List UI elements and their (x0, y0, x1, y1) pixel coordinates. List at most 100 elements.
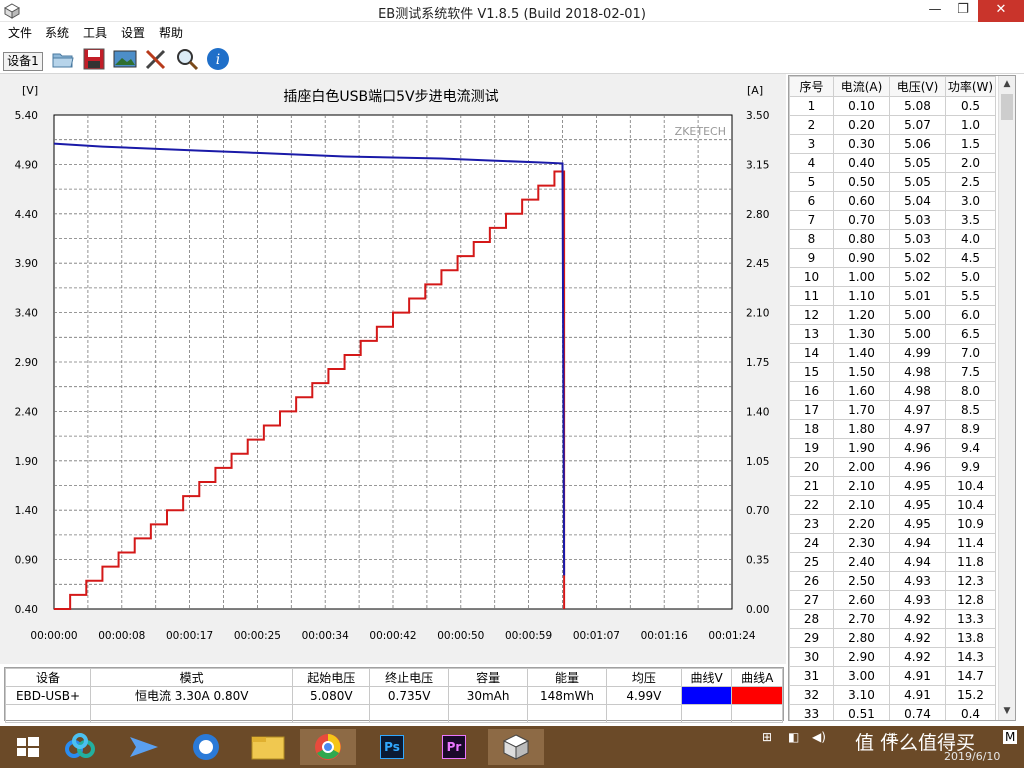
table-row[interactable]: 4 0.40 5.05 2.0 (789, 153, 996, 173)
table-row[interactable]: 13 1.30 5.00 6.5 (789, 324, 996, 344)
vertical-scrollbar[interactable]: ▲ ▼ (998, 76, 1015, 720)
table-row[interactable]: 28 2.70 4.92 13.3 (789, 609, 996, 629)
table-cell: 16 (789, 381, 834, 401)
table-row[interactable]: 20 2.00 4.96 9.9 (789, 457, 996, 477)
minimize-button[interactable]: — (920, 0, 950, 22)
network-icon[interactable]: ⊞ (762, 730, 772, 744)
table-cell: 22 (789, 495, 834, 515)
feishu-icon[interactable] (116, 729, 172, 765)
table-row[interactable]: 18 1.80 4.97 8.9 (789, 419, 996, 439)
data-table-header[interactable]: 电流(A) (833, 76, 890, 97)
table-cell: 1.00 (833, 267, 890, 287)
table-row[interactable]: 30 2.90 4.92 14.3 (789, 647, 996, 667)
scroll-down-icon[interactable]: ▼ (999, 703, 1015, 720)
tray-app-icon[interactable]: ◧ (788, 730, 799, 744)
table-row[interactable]: 12 1.20 5.00 6.0 (789, 305, 996, 325)
data-table-header[interactable]: 电压(V) (889, 76, 946, 97)
table-row[interactable]: 3 0.30 5.06 1.5 (789, 134, 996, 154)
table-row[interactable]: 21 2.10 4.95 10.4 (789, 476, 996, 496)
table-row[interactable]: 15 1.50 4.98 7.5 (789, 362, 996, 382)
table-cell: 11 (789, 286, 834, 306)
table-row[interactable]: 19 1.90 4.96 9.4 (789, 438, 996, 458)
table-cell: 2.50 (833, 571, 890, 591)
restore-button[interactable]: ❐ (948, 0, 978, 22)
table-cell: 0.10 (833, 96, 890, 116)
open-folder-icon[interactable] (50, 46, 76, 72)
table-row[interactable]: 32 3.10 4.91 15.2 (789, 685, 996, 705)
table-row[interactable]: 27 2.60 4.93 12.8 (789, 590, 996, 610)
photoshop-icon[interactable]: Ps (364, 729, 420, 765)
data-table-header[interactable]: 功率(W) (945, 76, 996, 97)
premiere-label: Pr (442, 735, 466, 759)
summary-header: 终止电压 (369, 668, 450, 687)
table-cell: 2.40 (833, 552, 890, 572)
table-cell: 4.98 (889, 381, 946, 401)
table-row[interactable]: 6 0.60 5.04 3.0 (789, 191, 996, 211)
table-cell: 1.80 (833, 419, 890, 439)
table-cell: 18 (789, 419, 834, 439)
summary-cell: 30mAh (448, 686, 529, 705)
table-row[interactable]: 8 0.80 5.03 4.0 (789, 229, 996, 249)
title-bar: EB测试系统软件 V1.8.5 (Build 2018-02-01) — ❐ ✕ (0, 0, 1024, 22)
table-row[interactable]: 10 1.00 5.02 5.0 (789, 267, 996, 287)
summary-header: 容量 (448, 668, 529, 687)
table-row[interactable]: 14 1.40 4.99 7.0 (789, 343, 996, 363)
table-cell: 0.51 (833, 704, 890, 720)
table-row[interactable]: 17 1.70 4.97 8.5 (789, 400, 996, 420)
table-row[interactable]: 7 0.70 5.03 3.5 (789, 210, 996, 230)
table-cell: 7.0 (945, 343, 996, 363)
file-explorer-icon[interactable] (240, 729, 296, 765)
table-row[interactable]: 1 0.10 5.08 0.5 (789, 96, 996, 116)
table-cell: 9.4 (945, 438, 996, 458)
premiere-icon[interactable]: Pr (426, 729, 482, 765)
table-cell: 4.92 (889, 628, 946, 648)
menu-help[interactable]: 帮助 (159, 24, 183, 41)
table-row[interactable]: 26 2.50 4.93 12.3 (789, 571, 996, 591)
summary-cell: 0.735V (369, 686, 450, 705)
table-cell: 4.91 (889, 685, 946, 705)
table-cell: 2.30 (833, 533, 890, 553)
menu-system[interactable]: 系统 (45, 24, 69, 41)
image-export-icon[interactable] (112, 46, 138, 72)
close-button[interactable]: ✕ (978, 0, 1024, 22)
eb-tester-icon[interactable] (488, 729, 544, 765)
y-left-tick-label: 1.40 (15, 505, 38, 517)
info-icon[interactable]: i (205, 46, 231, 72)
table-row[interactable]: 23 2.20 4.95 10.9 (789, 514, 996, 534)
summary-header: 曲线V (680, 668, 733, 687)
table-cell: 4.94 (889, 533, 946, 553)
speaker-icon[interactable]: ◀) (812, 730, 826, 744)
table-row[interactable]: 5 0.50 5.05 2.5 (789, 172, 996, 192)
browser-icon[interactable] (178, 729, 234, 765)
tray-ime[interactable]: M (1003, 730, 1018, 744)
device-tab[interactable]: 设备1 (3, 52, 43, 71)
table-row[interactable]: 2 0.20 5.07 1.0 (789, 115, 996, 135)
baidu-cloud-icon[interactable] (52, 729, 108, 765)
table-row[interactable]: 33 0.51 0.74 0.4 (789, 704, 996, 720)
search-icon[interactable] (174, 46, 200, 72)
table-row[interactable]: 24 2.30 4.94 11.4 (789, 533, 996, 553)
scroll-thumb[interactable] (1001, 94, 1013, 120)
menu-file[interactable]: 文件 (8, 24, 32, 41)
table-row[interactable]: 29 2.80 4.92 13.8 (789, 628, 996, 648)
data-table-header[interactable]: 序号 (789, 76, 834, 97)
table-row[interactable]: 16 1.60 4.98 8.0 (789, 381, 996, 401)
start-icon[interactable] (0, 729, 56, 765)
table-row[interactable]: 9 0.90 5.02 4.5 (789, 248, 996, 268)
table-row[interactable]: 31 3.00 4.91 14.7 (789, 666, 996, 686)
table-cell: 4.95 (889, 476, 946, 496)
save-disk-icon[interactable] (81, 46, 107, 72)
table-cell: 9.9 (945, 457, 996, 477)
menu-tools[interactable]: 工具 (83, 24, 107, 41)
table-cell: 15.2 (945, 685, 996, 705)
table-row[interactable]: 25 2.40 4.94 11.8 (789, 552, 996, 572)
menu-settings[interactable]: 设置 (121, 24, 145, 41)
scroll-up-icon[interactable]: ▲ (999, 76, 1015, 93)
chrome-icon[interactable] (300, 729, 356, 765)
table-cell: 11.4 (945, 533, 996, 553)
summary-header: 均压 (605, 668, 682, 687)
table-row[interactable]: 11 1.10 5.01 5.5 (789, 286, 996, 306)
table-cell: 27 (789, 590, 834, 610)
tools-icon[interactable] (143, 46, 169, 72)
table-row[interactable]: 22 2.10 4.95 10.4 (789, 495, 996, 515)
